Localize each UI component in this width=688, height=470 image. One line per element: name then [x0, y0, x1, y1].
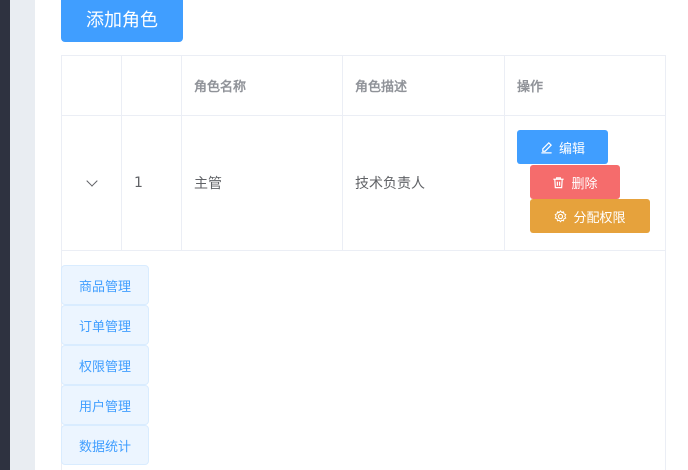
roles-table: 角色名称 角色描述 操作 1 主管 技术负责人 编辑 删除 分配权限 — [61, 55, 666, 470]
setting-icon — [555, 209, 567, 223]
edit-icon — [541, 141, 552, 153]
header-role-name: 角色名称 — [182, 56, 343, 115]
expand-toggle[interactable] — [62, 116, 122, 250]
role-desc: 技术负责人 — [343, 116, 505, 250]
header-index — [122, 56, 182, 115]
permission-tag[interactable]: 权限管理 — [61, 345, 149, 385]
header-actions: 操作 — [517, 80, 544, 95]
permission-tag[interactable]: 商品管理 — [61, 265, 149, 305]
delete-icon — [553, 176, 565, 188]
permission-tag[interactable]: 数据统计 — [61, 425, 149, 465]
header-expand — [62, 56, 122, 115]
edit-button-label: 编辑 — [558, 141, 585, 157]
chevron-down-icon — [85, 175, 98, 187]
assign-permission-button[interactable]: 分配权限 — [530, 199, 650, 233]
header-role-desc: 角色描述 — [343, 56, 505, 115]
permission-tag[interactable]: 订单管理 — [61, 305, 149, 345]
row-index: 1 — [122, 116, 182, 250]
permission-tag[interactable]: 用户管理 — [61, 385, 149, 425]
add-role-button[interactable]: 添加角色 — [61, 0, 183, 42]
table-row: 1 主管 技术负责人 编辑 删除 分配权限 — [62, 116, 665, 251]
delete-button-label: 删除 — [571, 176, 598, 192]
delete-button[interactable]: 删除 — [530, 165, 620, 199]
edit-button[interactable]: 编辑 — [517, 130, 608, 164]
role-name: 主管 — [182, 116, 343, 250]
table-header-row: 角色名称 角色描述 操作 — [62, 56, 665, 116]
assign-permission-label: 分配权限 — [573, 210, 626, 226]
actions-cell: 编辑 删除 分配权限 — [505, 116, 665, 250]
sidebar-edge — [0, 0, 10, 470]
